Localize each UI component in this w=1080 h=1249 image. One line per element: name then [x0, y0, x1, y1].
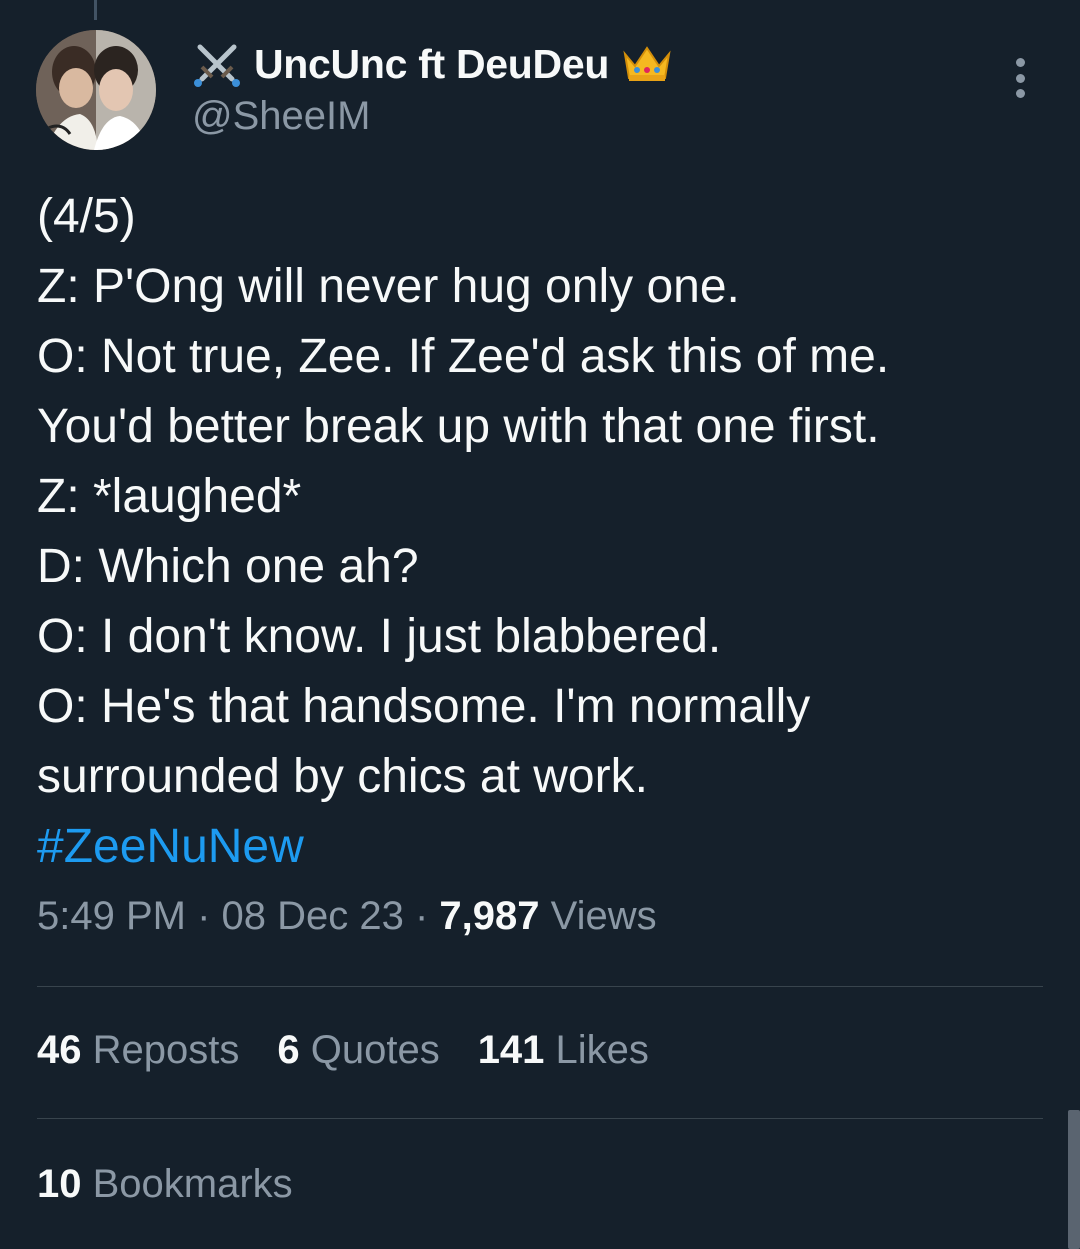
dot-icon — [1015, 73, 1025, 83]
tweet-line: You'd better break up with that one firs… — [37, 400, 880, 453]
meta-separator: · — [185, 894, 222, 938]
scrollbar[interactable] — [1068, 1110, 1080, 1249]
divider — [37, 1118, 1043, 1119]
tweet-line: O: Not true, Zee. If Zee'd ask this of m… — [37, 330, 890, 383]
avatar[interactable] — [36, 30, 156, 150]
tweet-line: Z: P'Ong will never hug only one. — [37, 260, 740, 313]
reposts-stat[interactable]: 46 Reposts — [37, 1028, 239, 1073]
divider — [37, 986, 1043, 987]
tweet-line: D: Which one ah? — [37, 540, 419, 593]
thread-connector-line — [94, 0, 97, 20]
quotes-label: Quotes — [299, 1028, 440, 1072]
tweet-text: (4/5) Z: P'Ong will never hug only one. … — [37, 182, 1047, 882]
crown-icon — [621, 44, 673, 84]
views-label: Views — [539, 894, 657, 938]
quotes-count: 6 — [277, 1028, 300, 1072]
tweet-line: surrounded by chics at work. — [37, 750, 648, 803]
tweet-line: O: He's that handsome. I'm normally — [37, 680, 811, 733]
tweet-time[interactable]: 5:49 PM — [37, 894, 186, 938]
tweet-detail-view: UncUnc ft DeuDeu @SheeIM (4/5) Z: P'Ong … — [0, 0, 1080, 1249]
likes-label: Likes — [544, 1028, 649, 1072]
reposts-label: Reposts — [81, 1028, 240, 1072]
bookmarks-count: 10 — [37, 1162, 82, 1206]
quotes-stat[interactable]: 6 Quotes — [277, 1028, 439, 1073]
bookmarks-stat[interactable]: 10 Bookmarks — [37, 1162, 293, 1207]
avatar-photo — [36, 30, 156, 150]
dot-icon — [1015, 89, 1025, 98]
tweet-meta: 5:49 PM · 08 Dec 23 · 7,987 Views — [37, 894, 657, 939]
tweet-line: Z: *laughed* — [37, 470, 302, 523]
engagement-stats: 46 Reposts 6 Quotes 141 Likes — [37, 1028, 649, 1073]
meta-separator: · — [403, 894, 440, 938]
more-options-button[interactable] — [1000, 56, 1040, 100]
likes-count: 141 — [477, 1028, 545, 1072]
tweet-date[interactable]: 08 Dec 23 — [222, 894, 404, 938]
likes-stat[interactable]: 141 Likes — [478, 1028, 649, 1073]
hashtag-link[interactable]: #ZeeNuNew — [37, 812, 1047, 882]
tweet-line: O: I don't know. I just blabbered. — [37, 610, 722, 663]
bookmarks-label: Bookmarks — [81, 1162, 293, 1206]
dot-icon — [1015, 58, 1025, 67]
author-name-row[interactable]: UncUnc ft DeuDeu — [192, 36, 673, 92]
tweet-line: (4/5) — [37, 190, 136, 243]
author-handle[interactable]: @SheeIM — [192, 94, 370, 139]
views-count[interactable]: 7,987 — [439, 894, 539, 938]
crossed-swords-icon — [192, 39, 242, 89]
author-display-name[interactable]: UncUnc ft DeuDeu — [254, 41, 609, 88]
reposts-count: 46 — [37, 1028, 82, 1072]
